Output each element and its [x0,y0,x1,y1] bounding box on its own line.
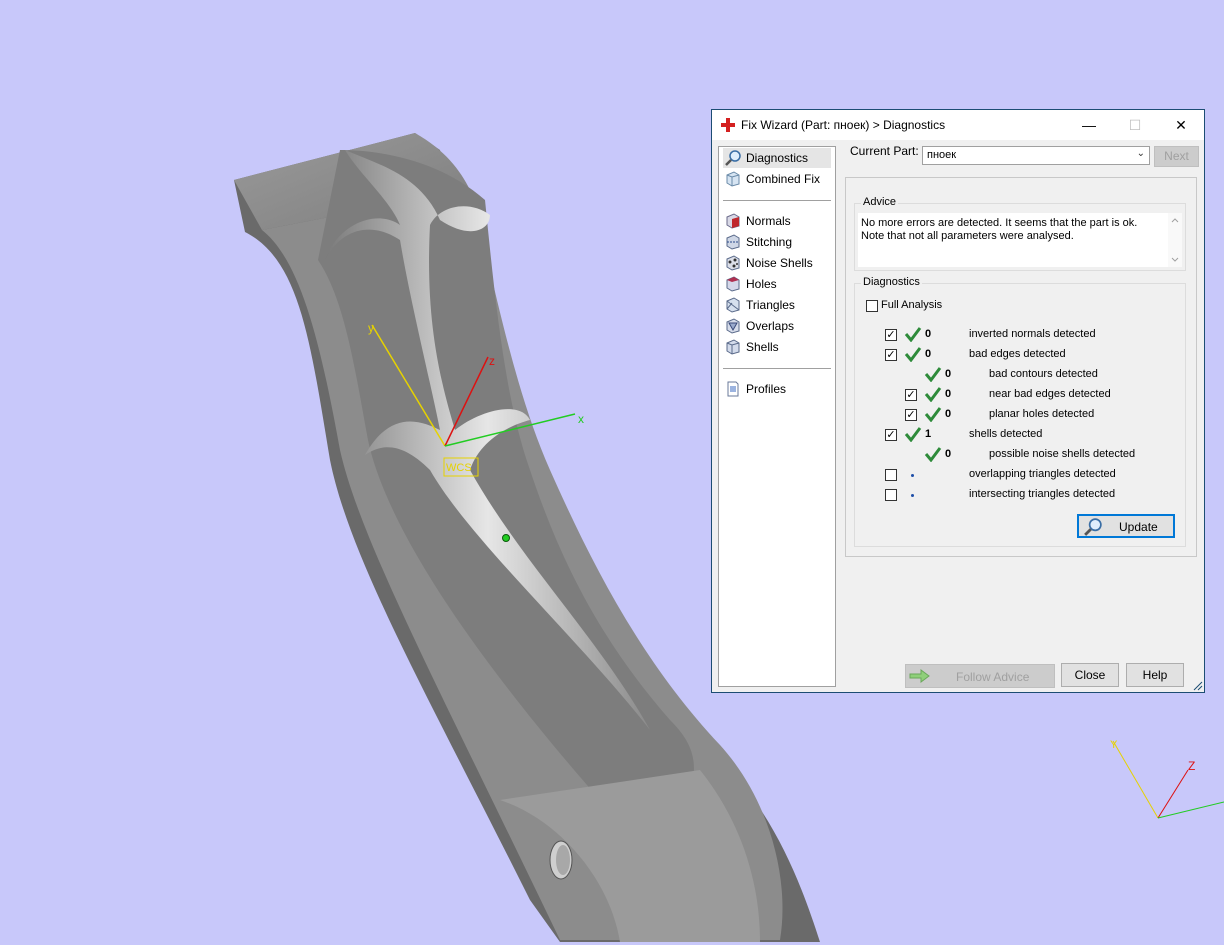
axis-y-label: y [368,321,374,335]
advice-title: Advice [861,196,899,208]
row-checkbox-overlapping-triangles[interactable] [885,469,897,481]
count-shells: 1 [925,428,932,440]
row-checkbox-bad-edges[interactable]: ✓ [885,349,897,361]
check-icon [904,327,922,342]
current-part-select[interactable]: пноек ⌄ [922,146,1150,165]
mini-axis-z-label: Z [1188,759,1195,773]
current-part-value: пноек [927,149,957,161]
nav-item-diagnostics[interactable]: Diagnostics [723,148,831,168]
noise-shells-icon [726,255,740,271]
shells-cube-icon [726,339,740,355]
check-icon [924,447,942,462]
nav-item-combined-fix[interactable]: Combined Fix [723,169,831,189]
text-planar-holes: planar holes detected [989,408,1095,420]
normals-cube-icon [726,213,740,229]
nav-item-stitching[interactable]: Stitching [723,232,831,252]
count-bad-contours: 0 [945,368,952,380]
check-icon [924,367,942,382]
nav-item-overlaps[interactable]: Overlaps [723,316,831,336]
nav-item-triangles[interactable]: Triangles [723,295,831,315]
text-near-bad-edges: near bad edges detected [989,388,1111,400]
count-bad-edges: 0 [925,348,932,360]
scroll-arrows-icon [1171,218,1179,262]
cube-icon [726,171,740,187]
title-bar[interactable]: Fix Wizard (Part: пноек) > Diagnostics —… [712,110,1204,140]
text-bad-edges: bad edges detected [969,348,1066,360]
triangles-cube-icon [726,297,740,313]
nav-item-shells[interactable]: Shells [723,337,831,357]
text-intersecting-triangles: intersecting triangles detected [969,488,1116,500]
count-planar-holes: 0 [945,408,952,420]
nav-separator [723,368,831,369]
advice-line-2: Note that not all parameters were analys… [861,230,1074,242]
nav-item-profiles[interactable]: Profiles [723,379,831,399]
axis-z-label: z [489,354,495,368]
pending-dot-icon [911,474,914,477]
text-inverted-normals: inverted normals detected [969,328,1096,340]
resize-grip-icon[interactable] [1193,681,1203,691]
update-label: Update [1119,520,1158,534]
nav-item-noise-shells[interactable]: Noise Shells [723,253,831,273]
text-bad-contours: bad contours detected [989,368,1098,380]
advice-scrollbar[interactable] [1168,213,1182,267]
row-checkbox-intersecting-triangles[interactable] [885,489,897,501]
count-inverted-normals: 0 [925,328,932,340]
diagnostics-panel: Advice No more errors are detected. It s… [845,177,1197,557]
row-checkbox-planar-holes[interactable]: ✓ [905,409,917,421]
next-button[interactable]: Next [1154,146,1199,167]
check-icon [904,347,922,362]
nav-separator [723,200,831,201]
text-noise-shells: possible noise shells detected [989,448,1136,460]
full-analysis-checkbox[interactable] [866,300,878,312]
advice-line-1: No more errors are detected. It seems th… [861,217,1138,229]
overlaps-cube-icon [726,318,740,334]
minimize-button[interactable]: — [1066,110,1112,140]
chevron-down-icon: ⌄ [1136,148,1145,159]
pending-dot-icon [911,494,914,497]
arrow-right-icon [909,669,930,683]
row-checkbox-inverted-normals[interactable]: ✓ [885,329,897,341]
nav-item-normals[interactable]: Normals [723,211,831,231]
full-analysis-label: Full Analysis [881,299,943,311]
current-part-label: Current Part: [850,144,919,158]
document-icon [727,381,739,397]
wcs-label: WCS [446,462,472,474]
stitching-cube-icon [726,234,740,250]
check-icon [924,387,942,402]
advice-text-box[interactable]: No more errors are detected. It seems th… [858,213,1182,267]
wizard-nav: Diagnostics Combined Fix Normals Stitchi… [718,146,836,687]
holes-cube-icon [726,276,740,292]
count-near-bad-edges: 0 [945,388,952,400]
diagnostics-group: Diagnostics Full Analysis ✓ 0 inverted n… [854,276,1186,547]
check-icon [904,427,922,442]
help-button[interactable]: Help [1126,663,1184,687]
magnifier-icon [725,150,741,166]
follow-advice-button[interactable]: Follow Advice [905,664,1055,688]
text-shells: shells detected [969,428,1043,440]
row-checkbox-shells[interactable]: ✓ [885,429,897,441]
magnifier-icon [1084,518,1102,536]
advice-group: Advice No more errors are detected. It s… [854,196,1186,271]
maximize-button[interactable]: ☐ [1112,110,1158,140]
fix-wizard-dialog: Fix Wizard (Part: пноек) > Diagnostics —… [711,109,1205,693]
follow-advice-label: Follow Advice [956,670,1030,684]
text-overlapping-triangles: overlapping triangles detected [969,468,1116,480]
nav-item-holes[interactable]: Holes [723,274,831,294]
diagnostics-title: Diagnostics [861,276,922,288]
close-button[interactable]: Close [1061,663,1119,687]
axis-x-label: x [578,412,584,426]
app-cross-icon [721,118,735,132]
count-noise-shells: 0 [945,448,952,460]
window-title: Fix Wizard (Part: пноек) > Diagnostics [741,118,946,132]
mini-axis-y-label: Y [1110,739,1118,751]
update-button[interactable]: Update [1077,514,1175,538]
check-icon [924,407,942,422]
close-window-button[interactable]: ✕ [1158,110,1204,140]
row-checkbox-near-bad-edges[interactable]: ✓ [905,389,917,401]
